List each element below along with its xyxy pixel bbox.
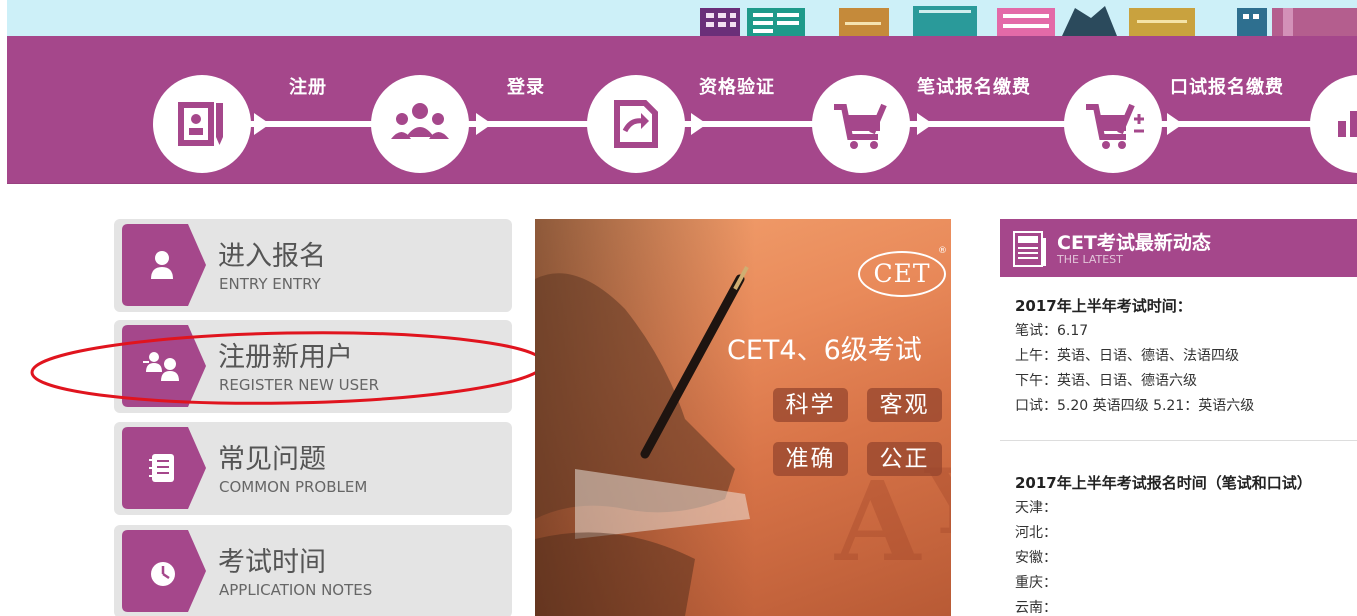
menu-register-title: 注册新用户: [218, 342, 353, 373]
cet-logo-registered-mark: ®: [938, 246, 947, 256]
menu-register[interactable]: 注册新用户 REGISTER NEW USER: [114, 320, 512, 413]
menu-exam-time[interactable]: 考试时间 APPLICATION NOTES: [114, 525, 512, 616]
news-block1-line: 口试：5.20 英语四级 5.21：英语六级: [1015, 398, 1255, 414]
step-arrow: [917, 113, 933, 135]
news-subtitle: THE LATEST: [1057, 253, 1123, 266]
step-next-partial[interactable]: [1310, 75, 1357, 173]
step-arrow: [254, 113, 270, 135]
menu-entry[interactable]: 进入报名 ENTRY ENTRY: [114, 219, 512, 312]
news-header: CET考试最新动态 THE LATEST: [1000, 219, 1357, 277]
news-divider: [1000, 440, 1357, 441]
menu-faq-title: 常见问题: [218, 444, 326, 475]
news-block2-line: 重庆：: [1015, 575, 1057, 591]
banner-title: CET4、6级考试: [727, 335, 922, 366]
banner-tag-objective: 客观: [867, 388, 942, 422]
news-block1-heading[interactable]: 2017年上半年考试时间：: [1015, 295, 1192, 316]
menu-faq[interactable]: 常见问题 COMMON PROBLEM: [114, 422, 512, 515]
news-block1-line: 上午：英语、日语、德语、法语四级: [1015, 348, 1239, 364]
register-form-icon: [178, 102, 223, 146]
users-group-icon: [391, 103, 449, 139]
step-connector: [909, 121, 1084, 127]
menu-exam-time-title: 考试时间: [218, 547, 326, 578]
news-block2-line: 云南：: [1015, 600, 1057, 616]
news-title: CET考试最新动态: [1057, 232, 1211, 254]
clock-icon: [122, 530, 206, 612]
verify-icon: [614, 100, 658, 148]
cart-plus-icon: [1086, 103, 1144, 149]
news-block1-line: 笔试：6.17: [1015, 323, 1089, 339]
step-login[interactable]: [371, 75, 469, 173]
cart-icon: [834, 103, 887, 149]
add-users-icon: [122, 325, 206, 407]
header-decoration: [7, 0, 1357, 36]
news-block2-line: 安徽：: [1015, 550, 1057, 566]
step-label-qualification: 资格验证: [699, 77, 775, 98]
step-arrow: [476, 113, 492, 135]
banner-tag-science: 科学: [773, 388, 848, 422]
news-block2-line: 天津：: [1015, 500, 1057, 516]
news-block2-line: 河北：: [1015, 525, 1057, 541]
cet-logo: CET: [858, 251, 946, 297]
banner-tag-fair: 公正: [867, 442, 942, 476]
menu-register-subtitle: REGISTER NEW USER: [219, 376, 379, 394]
step-written-payment[interactable]: [812, 75, 910, 173]
step-qualification[interactable]: [587, 75, 685, 173]
step-register[interactable]: [153, 75, 251, 173]
user-icon: [122, 224, 206, 306]
banner-decor-letter: A: [835, 457, 921, 586]
menu-exam-time-subtitle: APPLICATION NOTES: [219, 581, 373, 599]
step-label-register: 注册: [289, 77, 327, 98]
news-block1-line: 下午：英语、日语、德语六级: [1015, 373, 1197, 389]
step-arrow: [691, 113, 707, 135]
news-block2-heading[interactable]: 2017年上半年考试报名时间（笔试和口试）: [1015, 472, 1312, 493]
header-decoration-graphic: [700, 6, 1357, 36]
newspaper-icon: [1013, 231, 1046, 267]
step-label-login: 登录: [507, 77, 545, 98]
menu-faq-subtitle: COMMON PROBLEM: [219, 478, 368, 496]
banner-tag-accurate: 准确: [773, 442, 848, 476]
process-steps-band: 注册 登录 资格验证 笔试报名缴费 口试报名缴费: [7, 36, 1357, 184]
step-oral-payment[interactable]: [1064, 75, 1162, 173]
step-label-oral-payment: 口试报名缴费: [1170, 77, 1284, 98]
notebook-icon: [122, 427, 206, 509]
menu-entry-subtitle: ENTRY ENTRY: [219, 275, 321, 293]
print-icon: [1338, 111, 1357, 137]
menu-entry-title: 进入报名: [218, 241, 326, 272]
step-label-written-payment: 笔试报名缴费: [917, 77, 1031, 98]
step-arrow: [1167, 113, 1183, 135]
